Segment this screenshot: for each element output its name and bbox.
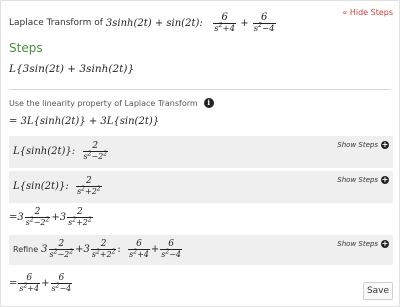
- steps-panel: Laplace Transform of 3sinh(2t) + sin(2t)…: [0, 0, 400, 307]
- linearity-result: = 3L{sinh(2t)} + 3L{sin(2t)}: [9, 116, 160, 127]
- answer-fraction-2: 6 s2−4: [252, 11, 276, 34]
- show-steps-sinh-label: Show Steps: [337, 141, 378, 149]
- info-icon[interactable]: i: [203, 98, 214, 108]
- step-row-refine: Refine 3 2 s2−22 +3 2 s2+22: 6 s2+4 + 6 s2−4…: [9, 235, 393, 265]
- header-label: Laplace Transform of: [9, 18, 103, 28]
- start-expression: L{3sin(2t) + 3sinh(2t)}: [9, 63, 135, 75]
- combined-fraction-1: 2 s2−22: [24, 207, 51, 227]
- step-sinh-lhs: L{sinh(2t)}:: [13, 146, 76, 157]
- steps-title: Steps: [9, 41, 43, 55]
- step-sinh-num: 2: [92, 141, 99, 151]
- combined-expression: = 3 2 s2−22 +3 2 s2+22: [9, 207, 93, 227]
- combined-fraction-2: 2 s2+22: [67, 207, 93, 227]
- show-steps-refine[interactable]: Show Steps +: [337, 240, 389, 248]
- combined-coef-2: 3: [59, 212, 67, 223]
- show-steps-sin[interactable]: Show Steps +: [337, 176, 389, 184]
- divider: [9, 89, 391, 90]
- show-steps-sin-label: Show Steps: [337, 176, 378, 184]
- linearity-text: Use the linearity property of Laplace Tr…: [9, 98, 198, 108]
- answer-fraction-1: 6 s2+4: [213, 11, 237, 34]
- show-steps-sinh[interactable]: Show Steps +: [337, 141, 389, 149]
- show-steps-refine-label: Show Steps: [337, 240, 378, 248]
- step-sin-content: L{sin(2t)}: 2 s2+22: [13, 176, 103, 197]
- final-fraction-2: 6 s2−4: [50, 273, 73, 293]
- header-expr-left: 3sinh(2t) + sin(2t):: [105, 17, 203, 29]
- step-sinh-fraction: 2 s2−22: [82, 141, 109, 161]
- refine-label: Refine: [13, 245, 39, 254]
- step-sin-lhs: L{sin(2t)}:: [13, 181, 69, 192]
- plus-circle-icon: +: [381, 175, 389, 184]
- hide-steps-link[interactable]: « Hide Steps: [342, 8, 393, 17]
- step-sin-fraction: 2 s2+22: [76, 176, 102, 196]
- final-result: = 6 s2+4 + 6 s2−4: [9, 273, 73, 293]
- refine-answer-fraction-1: 6 s2+4: [128, 239, 150, 259]
- refine-answer-fraction-2: 6 s2−4: [160, 239, 183, 259]
- header-expression: 3sinh(2t) + sin(2t): 6 s2+4 + 6 s2−4: [105, 11, 276, 34]
- step-row-sin: L{sin(2t)}: 2 s2+22 Show Steps +: [9, 171, 393, 203]
- step-sin-num: 2: [85, 176, 92, 186]
- step-row-sinh: L{sinh(2t)}: 2 s2−22 Show Steps +: [9, 136, 393, 168]
- linearity-note: Use the linearity property of Laplace Tr…: [9, 98, 214, 108]
- plus-circle-icon: +: [381, 239, 389, 248]
- combined-coef-1: 3: [17, 212, 24, 223]
- problem-header: Laplace Transform of 3sinh(2t) + sin(2t)…: [9, 8, 393, 38]
- refine-content: Refine 3 2 s2−22 +3 2 s2+22: 6 s2+4 + 6 s2−4: [13, 239, 183, 259]
- plus-circle-icon: +: [381, 140, 389, 149]
- final-fraction-1: 6 s2+4: [18, 273, 41, 293]
- step-sinh-content: L{sinh(2t)}: 2 s2−22: [13, 141, 109, 162]
- save-button[interactable]: Save: [363, 282, 393, 300]
